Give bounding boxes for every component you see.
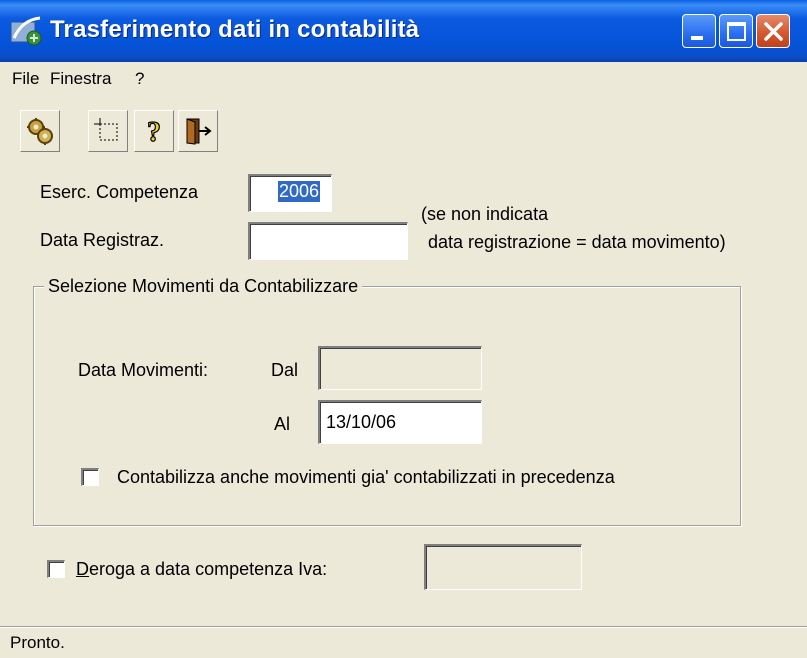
select-frame-icon	[94, 118, 118, 141]
title-bar[interactable]: Trasferimento dati in contabilità	[0, 0, 807, 62]
window-title: Trasferimento dati in contabilità	[50, 16, 420, 43]
minimize-icon	[691, 36, 703, 40]
eserc-competenza-value: 2006	[278, 181, 321, 202]
eserc-competenza-field[interactable]: 2006	[248, 174, 332, 212]
menu-bar: File Finestra ?	[0, 62, 807, 94]
al-input[interactable]	[320, 402, 481, 443]
group-title: Selezione Movimenti da Contabilizzare	[44, 276, 363, 297]
contabilizza-label: Contabilizza anche movimenti gia' contab…	[117, 467, 615, 487]
contabilizza-checkbox[interactable]	[81, 468, 99, 486]
deroga-field[interactable]	[424, 544, 582, 590]
close-icon	[764, 22, 783, 41]
deroga-label-accel: D	[76, 559, 89, 579]
deroga-label: Deroga a data competenza Iva:	[76, 559, 327, 580]
note-line2: data registrazione = data movimento)	[428, 232, 726, 252]
dal-input[interactable]	[320, 348, 481, 389]
toolbar: ?	[0, 96, 807, 166]
deroga-label-rest: eroga a data competenza Iva:	[89, 559, 328, 579]
menu-help[interactable]: ?	[135, 69, 144, 89]
deroga-checkbox[interactable]	[47, 560, 65, 578]
svg-text:?: ?	[147, 117, 161, 146]
menu-finestra[interactable]: Finestra	[50, 69, 111, 89]
close-button[interactable]	[756, 14, 790, 48]
status-bar: Pronto.	[0, 627, 807, 658]
dal-field[interactable]	[318, 346, 482, 390]
application-window: Trasferimento dati in contabilità File F…	[0, 0, 807, 658]
app-icon	[10, 16, 42, 46]
maximize-icon	[727, 22, 746, 41]
al-field[interactable]	[318, 400, 482, 444]
help-icon: ?	[146, 116, 161, 146]
status-text: Pronto.	[10, 633, 65, 652]
maximize-button[interactable]	[719, 14, 753, 48]
note-line1: (se non indicata	[421, 204, 549, 224]
select-button[interactable]	[88, 110, 128, 152]
data-movimenti-label: Data Movimenti:	[78, 360, 209, 380]
data-registraz-field[interactable]	[248, 222, 408, 260]
exit-button[interactable]	[178, 110, 218, 152]
execute-button[interactable]	[20, 110, 60, 152]
eserc-competenza-label: Eserc. Competenza	[40, 182, 199, 202]
dal-label: Dal	[271, 360, 299, 380]
gears-icon	[27, 118, 53, 145]
al-label: Al	[274, 414, 291, 434]
data-registraz-label: Data Registraz.	[40, 230, 165, 250]
exit-door-icon	[186, 118, 212, 145]
help-button[interactable]: ?	[134, 110, 174, 152]
minimize-button[interactable]	[682, 14, 716, 48]
data-registraz-input[interactable]	[250, 224, 407, 259]
deroga-input[interactable]	[426, 546, 581, 589]
menu-file[interactable]: File	[12, 69, 39, 89]
